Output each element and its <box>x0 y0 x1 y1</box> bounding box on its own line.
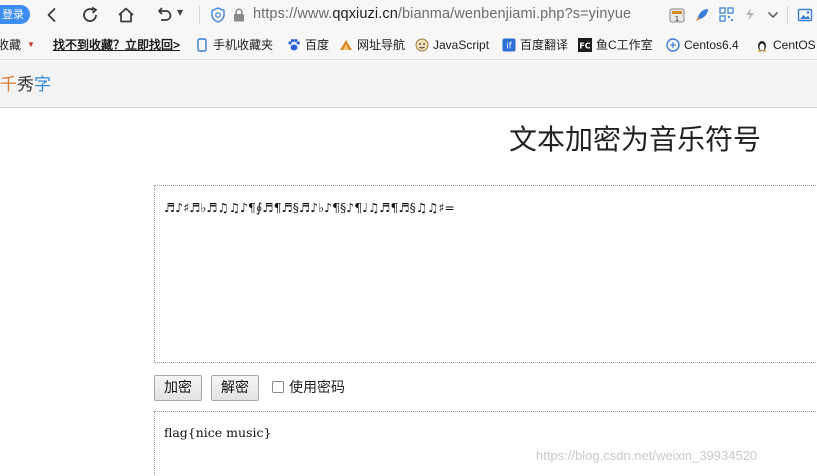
logo-char: 秀 <box>17 75 34 95</box>
bookmark-label: 鱼C工作室 <box>596 38 653 52</box>
undo-icon[interactable] <box>152 3 176 27</box>
bookmark-baidu[interactable]: 百度 <box>287 37 329 53</box>
bookmarks-bar: 收藏 ▼ 找不到收藏？立即找回> 手机收藏夹 百度 网址导航 JavaScrip… <box>0 30 817 60</box>
caret-down-icon: ▼ <box>27 40 35 49</box>
toolbar-divider-right <box>787 6 788 24</box>
login-button[interactable]: 登录 <box>0 5 30 24</box>
bookmark-javascript[interactable]: JavaScript <box>415 37 489 53</box>
bookmark-navigation[interactable]: 网址导航 <box>339 37 405 53</box>
centos-icon <box>666 38 680 52</box>
site-logo[interactable]: 千秀字 <box>0 74 51 96</box>
encrypt-button[interactable]: 加密 <box>154 375 202 401</box>
fishc-icon: FC <box>578 38 592 52</box>
undo-dropdown-icon[interactable]: ▼ <box>177 8 183 17</box>
page-title: 文本加密为音乐符号 <box>509 123 762 156</box>
use-password-label: 使用密码 <box>289 380 345 396</box>
svg-text:FC: FC <box>579 42 590 51</box>
baidu-paw-icon <box>287 38 301 52</box>
input-textarea[interactable]: ♬♪♯♬♭♬♫♫♪¶∮♬¶♬§♬♪♭♪¶§♪¶♩♫♬¶♬§♫♫♯= <box>154 185 817 363</box>
use-password-checkbox[interactable] <box>272 381 284 393</box>
chevron-down-icon[interactable] <box>764 6 781 23</box>
bookmark-mobile[interactable]: 手机收藏夹 <box>195 37 273 53</box>
navigation-icon <box>339 38 353 52</box>
javascript-icon <box>415 38 429 52</box>
refresh-icon[interactable] <box>78 3 102 27</box>
bookmark-label: CentOS <box>773 38 816 52</box>
mobile-icon <box>195 38 209 52</box>
extension-badge-icon[interactable]: 1 <box>668 6 685 23</box>
linux-icon <box>755 38 769 52</box>
bookmark-label: 百度翻译 <box>520 38 569 52</box>
translate-icon: if <box>502 38 516 52</box>
lock-icon[interactable] <box>230 6 247 23</box>
back-icon[interactable] <box>40 3 64 27</box>
watermark-text: https://blog.csdn.net/weixin_39934520 <box>536 448 758 463</box>
bookmark-label: 手机收藏夹 <box>213 38 274 52</box>
svg-text:if: if <box>506 42 513 52</box>
bookmark-baidu-translate[interactable]: if 百度翻译 <box>502 37 568 53</box>
logo-char: 字 <box>34 75 51 95</box>
qr-code-icon[interactable] <box>718 6 735 23</box>
bookmark-label: 收藏 <box>0 38 22 52</box>
bookmark-label: Centos6.4 <box>684 38 739 52</box>
toolbar-divider <box>199 6 200 24</box>
address-bar-url[interactable]: https://www.qqxiuzi.cn/bianma/wenbenjiam… <box>253 4 631 24</box>
bookmark-favorites[interactable]: 收藏 ▼ <box>0 37 35 53</box>
url-host: qqxiuzi.cn <box>332 6 398 22</box>
shield-icon[interactable] <box>209 6 226 23</box>
output-textarea[interactable]: flag{nice music} <box>154 411 817 476</box>
site-header: 千秀字 <box>0 61 817 108</box>
logo-char: 千 <box>0 75 17 95</box>
bookmark-recover[interactable]: 找不到收藏？立即找回> <box>53 37 180 53</box>
bookmark-label: 百度 <box>305 38 330 52</box>
bookmark-centos[interactable]: CentOS <box>755 37 816 53</box>
browser-toolbar: 登录 ▼ https://www.qqxiuzi.cn/bianma/wenbe… <box>0 0 817 30</box>
bookmark-label: JavaScript <box>433 38 490 52</box>
bookmark-centos64[interactable]: Centos6.4 <box>666 37 739 53</box>
url-path: /bianma/wenbenjiami.php?s=yinyue <box>397 6 632 22</box>
home-icon[interactable] <box>114 3 138 27</box>
picture-icon[interactable] <box>796 6 813 23</box>
lightning-icon[interactable] <box>741 6 758 23</box>
rocket-icon[interactable] <box>693 6 710 23</box>
decrypt-button[interactable]: 解密 <box>211 375 259 401</box>
url-prefix: https://www. <box>253 6 333 22</box>
svg-text:1: 1 <box>674 15 678 23</box>
bookmark-fishc[interactable]: FC 鱼C工作室 <box>578 37 653 53</box>
bookmark-label: 找不到收藏？立即找回> <box>53 38 181 52</box>
bookmark-label: 网址导航 <box>357 38 406 52</box>
